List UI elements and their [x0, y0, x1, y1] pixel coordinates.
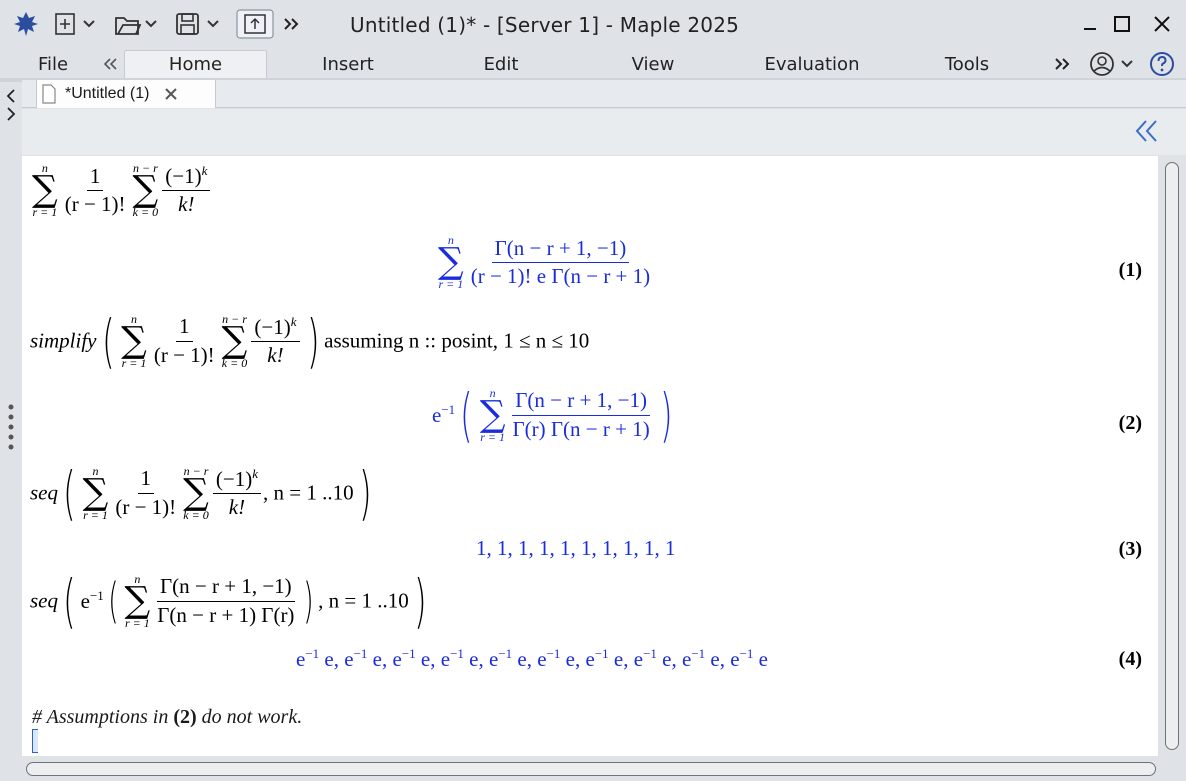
horizontal-scrollbar[interactable] [22, 757, 1186, 781]
collapse-panel-chevron-icon[interactable] [1134, 119, 1160, 143]
equation-label-4[interactable]: (4) [1119, 648, 1142, 671]
new-document-button[interactable] [54, 8, 100, 40]
output-4-term: e−1 e [730, 646, 768, 671]
output-4-term: e−1 e, [585, 646, 634, 671]
output-2: e−1( n ∑ r = 1 Γ(n − r + 1, −1) Γ(r) Γ(n… [432, 381, 673, 449]
fraction-1: 1 (r − 1)! [64, 163, 126, 216]
more-tabs-chevron-icon[interactable] [1048, 50, 1076, 78]
input-1[interactable]: n ∑ r = 1 1 (r − 1)! n − r ∑ k = 0 (−1)k… [30, 162, 212, 218]
input-4[interactable]: seq(e−1( n ∑ r = 1 Γ(n − r + 1, −1) Γ(n … [30, 572, 431, 630]
tab-file[interactable]: File [20, 50, 86, 78]
left-sidebar-strip [0, 82, 22, 781]
input-3[interactable]: seq( n ∑ r = 1 1 (r − 1)! n − r ∑ k = 0 … [30, 464, 376, 522]
worksheet[interactable]: n ∑ r = 1 1 (r − 1)! n − r ∑ k = 0 (−1)k… [22, 156, 1158, 756]
drag-handle-icon[interactable] [7, 402, 15, 452]
collapse-left-chevron-icon[interactable] [96, 50, 124, 78]
output-4-term: e−1 e, [296, 646, 345, 671]
ribbon-tabs: File Home Insert Edit View Evaluation To… [0, 46, 1186, 78]
window-title: Untitled (1)* - [Server 1] - Maple 2025 [350, 13, 740, 37]
output-4-term: e−1 e, [489, 646, 538, 671]
tab-home[interactable]: Home [124, 50, 267, 78]
document-icon [42, 84, 56, 104]
output-4-term: e−1 e, [633, 646, 682, 671]
output-4-term: e−1 e, [440, 646, 489, 671]
left-right-chevron-icon[interactable] [4, 86, 18, 122]
tab-edit[interactable]: Edit [456, 50, 546, 78]
output-4-term: e−1 e, [392, 646, 441, 671]
document-tab-label: *Untitled (1) [65, 85, 150, 102]
more-tools-chevron-icon[interactable] [282, 8, 300, 40]
vertical-scroll-thumb[interactable] [1165, 162, 1179, 750]
minimize-button[interactable] [1076, 10, 1104, 38]
help-icon[interactable] [1148, 50, 1176, 78]
output-1: n ∑ r = 1 Γ(n − r + 1, −1) (r − 1)! e Γ(… [438, 233, 651, 292]
output-4: e−1 e, e−1 e, e−1 e, e−1 e, e−1 e, e−1 e… [296, 646, 768, 672]
output-4-term: e−1 e, [682, 646, 731, 671]
equation-label-1[interactable]: (1) [1119, 259, 1142, 282]
open-folder-button[interactable] [114, 8, 162, 40]
save-button[interactable] [174, 8, 224, 40]
output-4-term: e−1 e, [537, 646, 586, 671]
document-tab[interactable]: *Untitled (1) [36, 80, 216, 108]
export-button[interactable] [236, 8, 274, 40]
fraction-2: (−1)k k! [162, 163, 211, 216]
horizontal-scroll-thumb[interactable] [26, 762, 1156, 776]
tab-evaluation[interactable]: Evaluation [750, 50, 874, 78]
document-tab-bar: *Untitled (1) [22, 80, 1186, 108]
context-panel-bar [22, 109, 1186, 155]
sum-outer: n ∑ r = 1 [32, 161, 58, 220]
comment-text[interactable]: # Assumptions in (2) do not work. [32, 706, 302, 729]
tab-view[interactable]: View [608, 50, 698, 78]
close-tab-icon[interactable] [163, 86, 179, 102]
equation-label-3[interactable]: (3) [1119, 538, 1142, 561]
prompt-cursor[interactable] [32, 729, 38, 753]
tab-tools[interactable]: Tools [922, 50, 1012, 78]
output-4-term: e−1 e, [344, 646, 393, 671]
tab-insert[interactable]: Insert [300, 50, 396, 78]
maximize-button[interactable] [1108, 10, 1136, 38]
sum-inner: n − r ∑ k = 0 [132, 161, 159, 220]
account-button[interactable] [1084, 50, 1140, 78]
title-bar: Untitled (1)* - [Server 1] - Maple 2025 [0, 0, 1186, 48]
maple-leaf-icon[interactable] [12, 8, 40, 40]
equation-label-2[interactable]: (2) [1119, 412, 1142, 435]
close-window-button[interactable] [1148, 10, 1176, 38]
vertical-scrollbar[interactable] [1160, 156, 1186, 756]
output-3: 1, 1, 1, 1, 1, 1, 1, 1, 1, 1 [476, 536, 676, 560]
input-2[interactable]: simplify( n ∑ r = 1 1 (r − 1)! n − r ∑ k… [30, 312, 589, 370]
